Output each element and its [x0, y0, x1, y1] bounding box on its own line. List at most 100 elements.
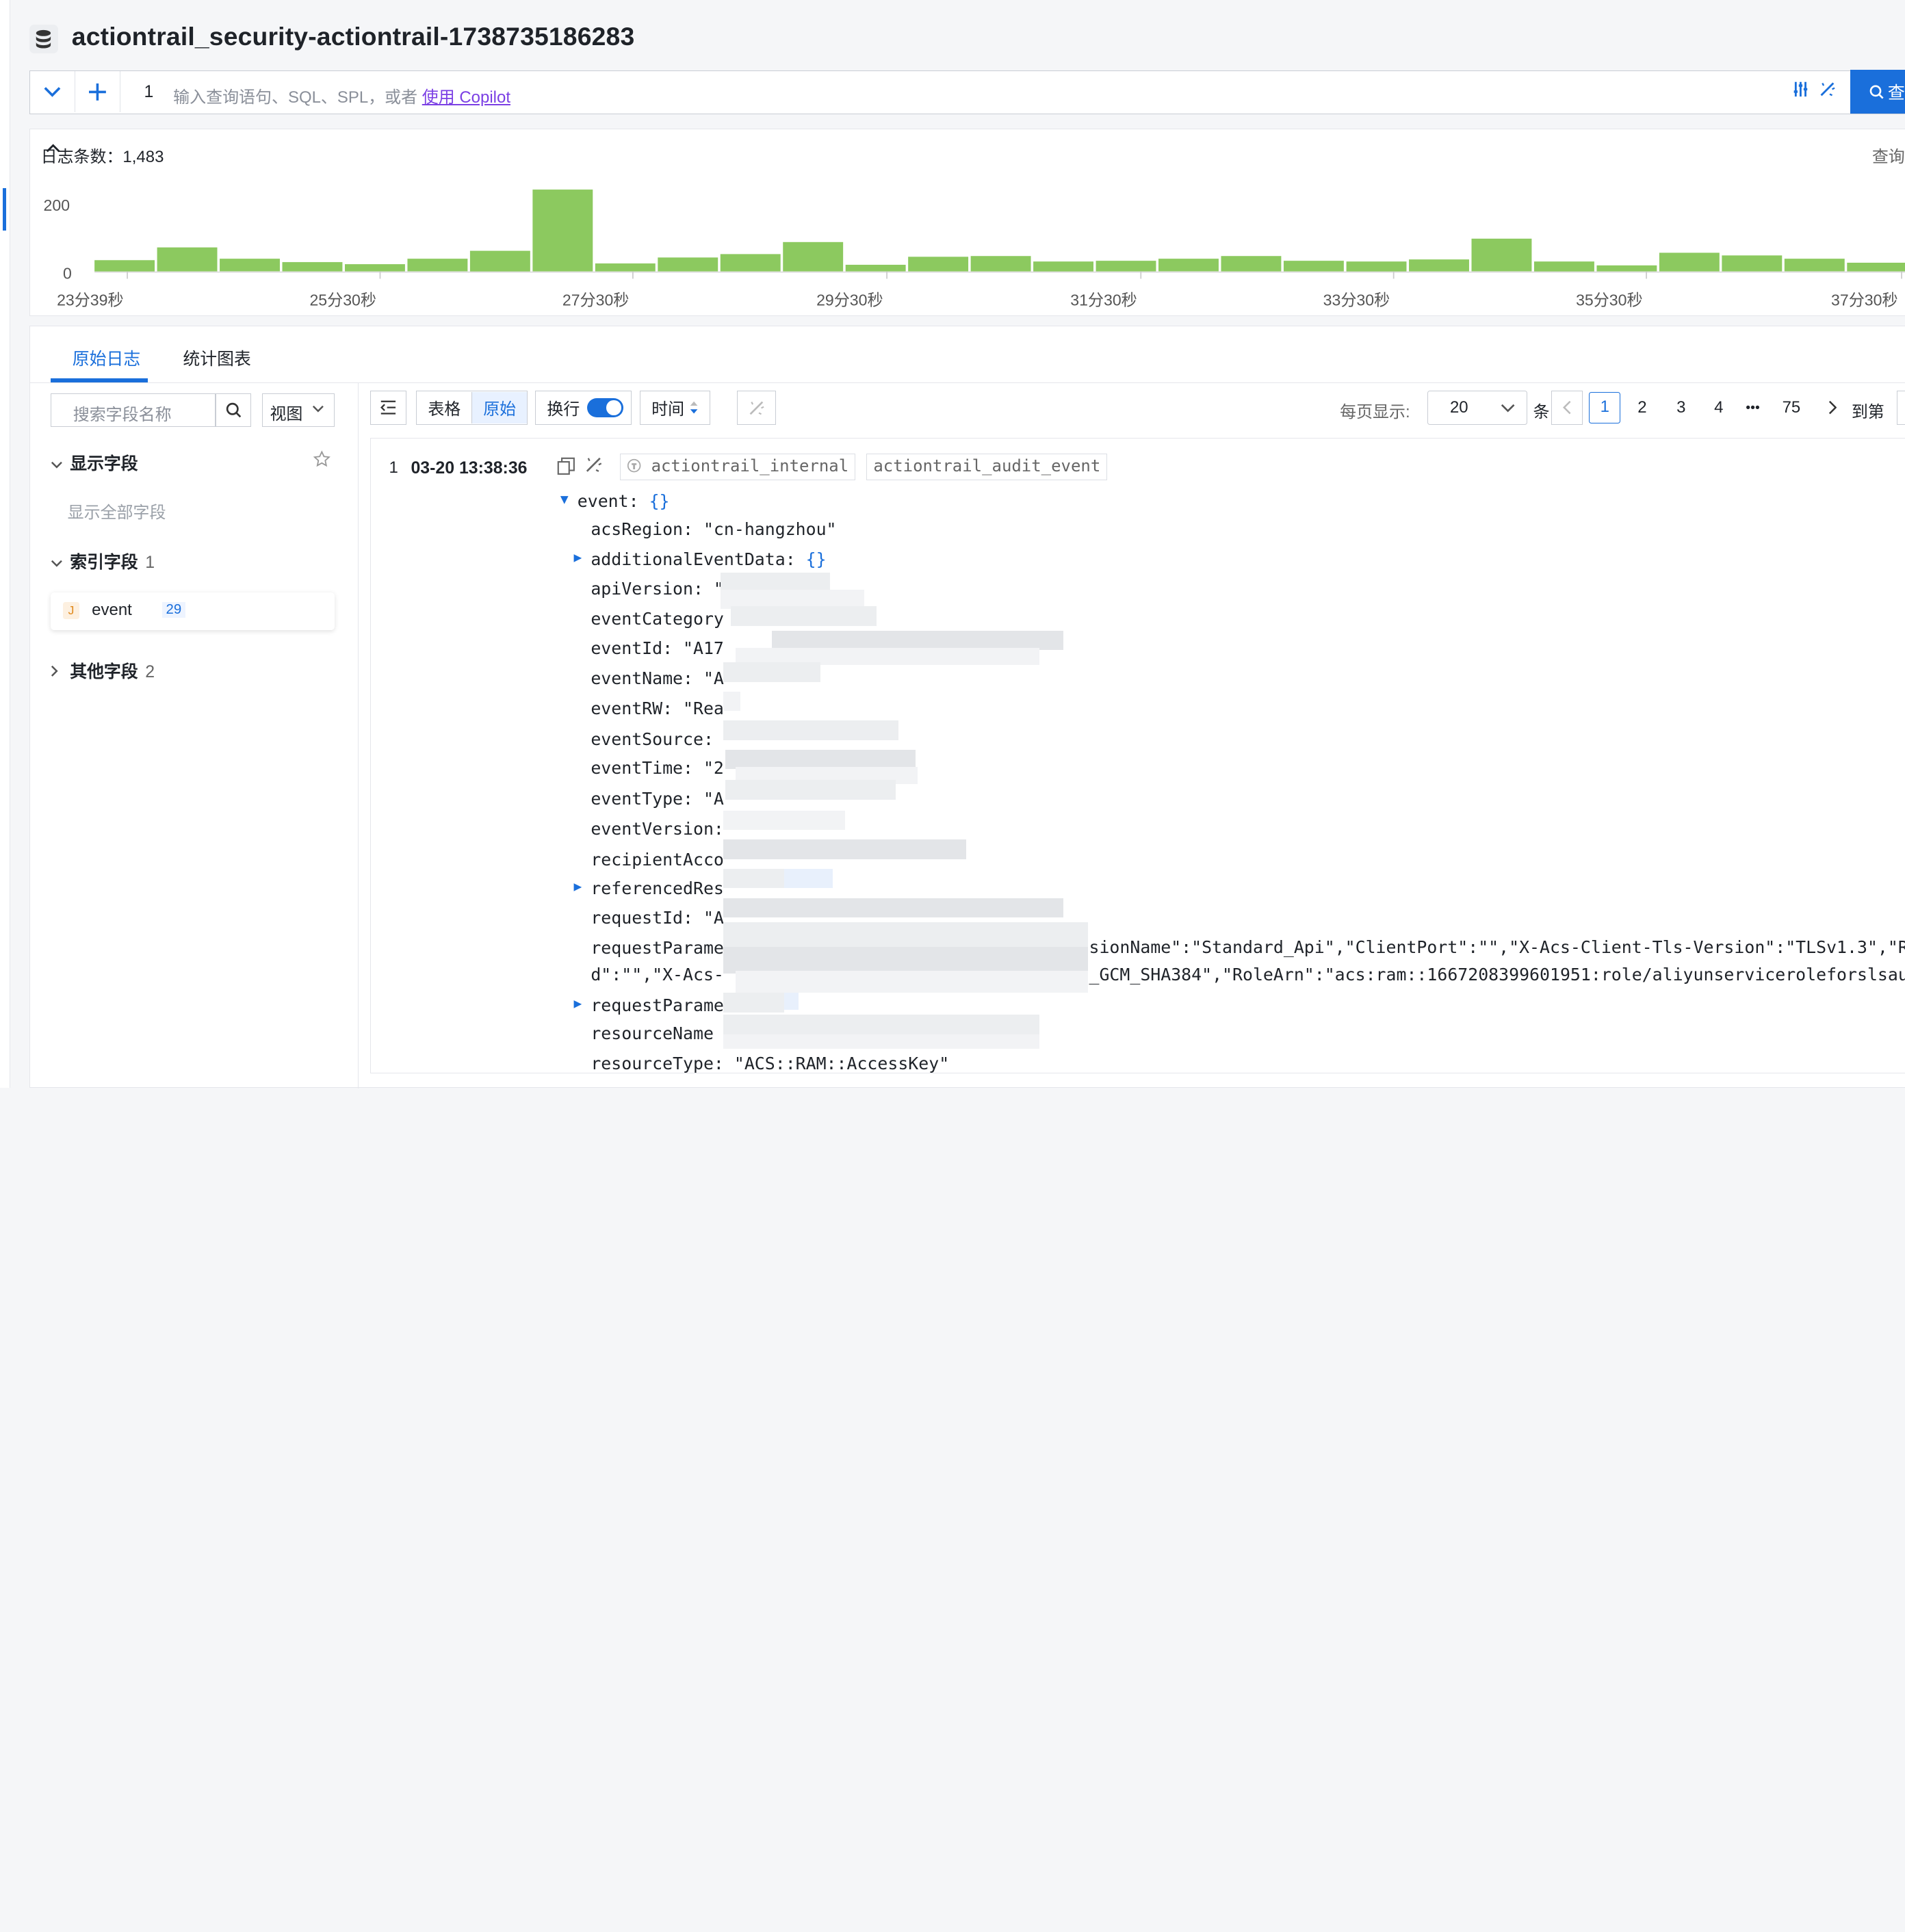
log-tag-topic[interactable]: actiontrail_internal [619, 453, 856, 480]
histogram-bar[interactable] [344, 264, 405, 272]
copilot-link[interactable]: 使用 Copilot [422, 88, 510, 107]
table-view-button[interactable]: 表格 [417, 392, 471, 423]
json-field-row: eventTime: "2 [591, 758, 724, 778]
search-button[interactable]: 查 [1850, 70, 1905, 114]
view-select-label: 视图 [270, 404, 303, 423]
histogram-bar[interactable] [1283, 261, 1344, 272]
histogram-bar[interactable] [407, 259, 467, 272]
magic-wand-icon[interactable] [584, 456, 603, 480]
json-field-text: referencedRes [591, 878, 724, 899]
histogram-bar[interactable] [1659, 252, 1720, 272]
time-sort-button[interactable]: 时间 [640, 391, 711, 425]
collapse-toggle-button[interactable] [30, 71, 76, 113]
field-item-event[interactable]: J event 29 [50, 592, 335, 630]
other-fields-section[interactable]: 其他字段 2 [51, 658, 155, 683]
json-field-row: eventType: "A [591, 789, 724, 809]
page-3[interactable]: 3 [1676, 398, 1685, 417]
other-fields-count: 2 [145, 662, 155, 681]
other-fields-label: 其他字段 [70, 662, 138, 681]
index-fields-label: 索引字段 [70, 552, 138, 572]
json-field-row[interactable]: ▶ requestParame [573, 995, 723, 1015]
histogram-bar[interactable] [1596, 265, 1657, 272]
histogram-bar[interactable] [157, 247, 218, 272]
tab-raw-logs[interactable]: 原始日志 [73, 345, 140, 370]
raw-view-button[interactable]: 原始 [471, 391, 528, 424]
page-2[interactable]: 2 [1637, 398, 1646, 417]
expanded-arrow-icon: ▼ [560, 491, 569, 507]
toggle-sidebar-button[interactable] [370, 391, 407, 425]
histogram-bar[interactable] [1221, 256, 1282, 272]
histogram-bar[interactable] [1158, 259, 1219, 272]
log-histogram-chart[interactable]: 200 0 23分39秒 25分30秒 27分30秒 29分30秒 31分30秒 33分30秒… [30, 129, 1905, 317]
x-tick-label: 37分30秒 [1831, 291, 1898, 309]
histogram-bar[interactable] [94, 260, 155, 272]
add-query-button[interactable] [75, 71, 121, 113]
histogram-bar[interactable] [595, 263, 656, 272]
json-field-row: resourceType: "ACS::RAM::AccessKey" [591, 1054, 949, 1073]
wrap-switch[interactable] [586, 397, 624, 418]
topic-icon [627, 458, 641, 473]
histogram-bar[interactable] [907, 257, 968, 272]
log-results-panel: 原始日志 统计图表 搜索字段名称 视图 显示字段 显示全部字段 索引字段 1 J… [29, 325, 1905, 1088]
result-tabs: 原始日志 统计图表 [29, 326, 1905, 383]
histogram-bar[interactable] [282, 262, 343, 272]
next-page-button[interactable] [1828, 400, 1837, 419]
json-root-event[interactable]: ▼ event: {} [560, 491, 670, 511]
prev-page-button[interactable] [1551, 391, 1583, 425]
json-field-row: resourceName [591, 1023, 714, 1043]
page-4[interactable]: 4 [1714, 398, 1723, 417]
histogram-bar[interactable] [657, 257, 718, 272]
line-wrap-toggle[interactable]: 换行 [535, 391, 632, 425]
json-field-row[interactable]: ▶ additionalEventData: {} [573, 549, 826, 569]
json-root-brace: {} [649, 491, 670, 511]
histogram-bar[interactable] [1533, 261, 1594, 272]
page-last[interactable]: 75 [1783, 398, 1801, 417]
magic-wand-icon[interactable] [1819, 81, 1836, 103]
field-search-input[interactable]: 搜索字段名称 [50, 393, 216, 428]
copy-icon[interactable] [557, 457, 575, 481]
json-field-icon: J [62, 602, 80, 619]
histogram-bar[interactable] [1096, 261, 1156, 272]
show-all-fields-link[interactable]: 显示全部字段 [68, 499, 166, 523]
histogram-bar[interactable] [1346, 261, 1407, 272]
per-page-select[interactable]: 20 [1427, 391, 1527, 425]
json-field-row: acsRegion: "cn-hangzhou" [591, 519, 836, 539]
histogram-bar[interactable] [970, 256, 1031, 272]
display-fields-section[interactable]: 显示字段 [51, 450, 138, 475]
page-1[interactable]: 1 [1589, 391, 1621, 424]
histogram-bar[interactable] [845, 265, 906, 272]
goto-page-input[interactable] [1896, 391, 1905, 425]
x-tick-label: 31分30秒 [1070, 291, 1137, 309]
histogram-bar[interactable] [1471, 239, 1532, 272]
view-select[interactable]: 视图 [261, 393, 335, 428]
star-icon[interactable] [313, 450, 331, 474]
index-fields-section[interactable]: 索引字段 1 [51, 549, 155, 573]
json-field-text: eventId: "A17 [591, 638, 724, 658]
query-settings-icon[interactable] [1792, 81, 1809, 103]
histogram-bar[interactable] [782, 242, 843, 272]
histogram-bar[interactable] [1784, 259, 1845, 272]
json-field-text: requestId: "A [591, 907, 724, 928]
json-field-row[interactable]: ▶ referencedRes [573, 878, 724, 899]
request-params-line2-tail: _GCM_SHA384","RoleArn":"acs:ram::1667208… [1089, 965, 1905, 985]
magic-wand-button[interactable] [737, 391, 777, 425]
histogram-bar[interactable] [1721, 255, 1782, 272]
histogram-bar[interactable] [469, 250, 530, 272]
histogram-bar[interactable] [532, 190, 593, 272]
histogram-bar[interactable] [1033, 261, 1093, 272]
json-field-text: additionalEventData: [591, 549, 806, 569]
page-title: actiontrail_security-actiontrail-1738735… [71, 21, 635, 51]
display-fields-label: 显示字段 [70, 454, 138, 474]
histogram-bar[interactable] [720, 254, 781, 272]
field-search-button[interactable] [216, 393, 251, 428]
histogram-bar[interactable] [1408, 259, 1469, 272]
tab-charts[interactable]: 统计图表 [183, 345, 250, 370]
field-item-name: event [92, 601, 132, 620]
chevron-left-icon [1563, 401, 1571, 415]
page-ellipsis[interactable]: ••• [1746, 400, 1760, 416]
histogram-bar[interactable] [219, 259, 280, 272]
histogram-bar[interactable] [1846, 263, 1905, 272]
field-sidebar: 搜索字段名称 视图 显示字段 显示全部字段 索引字段 1 J event 29 … [30, 383, 359, 1088]
log-tag-source[interactable]: actiontrail_audit_event [866, 453, 1108, 480]
query-input[interactable]: 输入查询语句、SQL、SPL，或者 使用 Copilot [173, 83, 510, 107]
